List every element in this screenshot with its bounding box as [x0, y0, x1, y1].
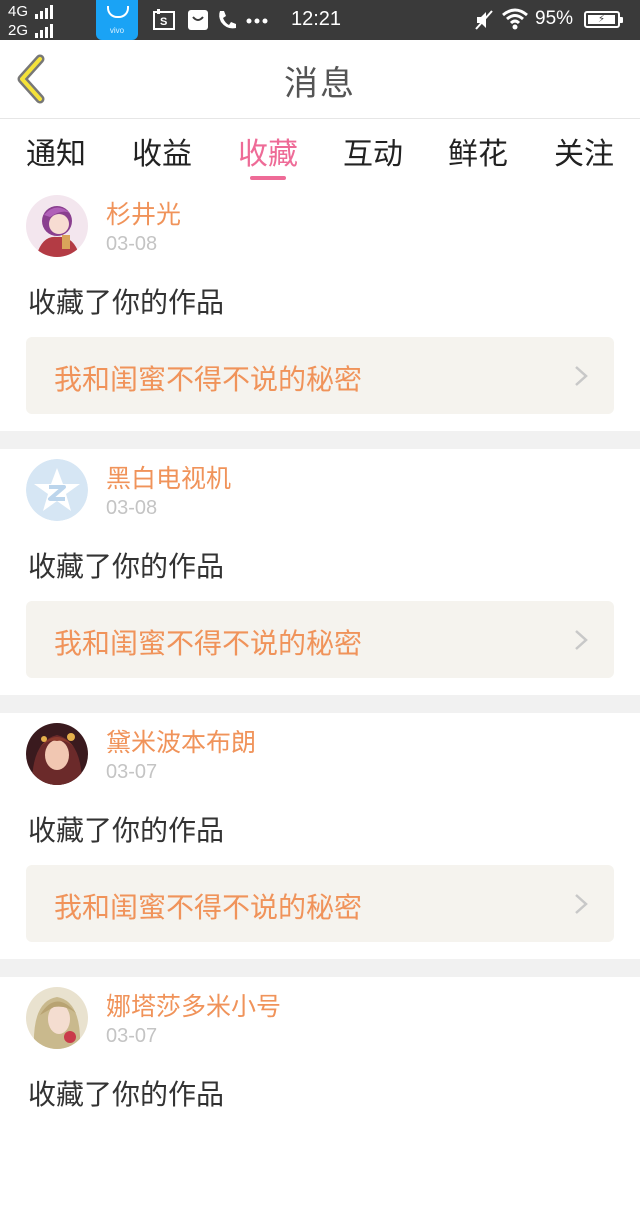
- svg-text:S: S: [160, 16, 167, 28]
- action-text: 收藏了你的作品: [28, 814, 225, 847]
- work-link[interactable]: 我和闺蜜不得不说的秘密: [26, 601, 614, 678]
- network-type-1: 4G: [8, 3, 29, 20]
- username[interactable]: 黑白电视机: [106, 459, 231, 495]
- tab-favorites[interactable]: 收藏: [215, 129, 321, 173]
- separator: [0, 695, 640, 713]
- list-item: 杉井光 03-08 收藏了你的作品 我和闺蜜不得不说的秘密: [0, 185, 640, 431]
- work-link[interactable]: 我和闺蜜不得不说的秘密: [26, 865, 614, 942]
- work-link[interactable]: 我和闺蜜不得不说的秘密: [26, 337, 614, 414]
- avatar[interactable]: [26, 459, 88, 521]
- action-text: 收藏了你的作品: [28, 286, 225, 319]
- avatar[interactable]: [26, 195, 88, 257]
- chevron-right-icon: [575, 894, 588, 914]
- separator: [0, 959, 640, 977]
- signal-bars-icon: [35, 24, 53, 38]
- signal-bars-icon: [35, 5, 53, 19]
- screenshot-icon: S: [153, 9, 175, 30]
- tab-flowers[interactable]: 鲜花: [425, 129, 531, 173]
- username[interactable]: 黛米波本布朗: [106, 723, 256, 759]
- more-notifications-icon: [246, 18, 268, 24]
- username[interactable]: 杉井光: [106, 195, 181, 231]
- message-date: 03-07: [106, 1025, 158, 1047]
- message-date: 03-07: [106, 761, 158, 783]
- tab-earnings[interactable]: 收益: [109, 129, 215, 173]
- network-type-2: 2G: [8, 22, 29, 39]
- tab-bar: 通知 收益 收藏 互动 鲜花 关注: [0, 119, 640, 185]
- tab-following[interactable]: 关注: [531, 129, 637, 173]
- mute-icon: [475, 10, 493, 30]
- chevron-right-icon: [575, 630, 588, 650]
- work-title: 我和闺蜜不得不说的秘密: [54, 363, 363, 396]
- list-item: 黛米波本布朗 03-07 收藏了你的作品 我和闺蜜不得不说的秘密: [0, 713, 640, 959]
- message-date: 03-08: [106, 233, 158, 255]
- chevron-right-icon: [575, 366, 588, 386]
- clock: 12:21: [291, 8, 342, 30]
- battery-percent: 95%: [535, 8, 574, 29]
- list-item: 黑白电视机 03-08 收藏了你的作品 我和闺蜜不得不说的秘密: [0, 449, 640, 695]
- active-tab-indicator: [250, 176, 286, 180]
- message-icon: [188, 10, 208, 30]
- status-bar: 4G 2G vivo S 12:21 95% ⚡: [0, 0, 640, 40]
- separator: [0, 431, 640, 449]
- work-title: 我和闺蜜不得不说的秘密: [54, 891, 363, 924]
- signal-indicator: 4G 2G: [8, 3, 70, 39]
- avatar[interactable]: [26, 723, 88, 785]
- wifi-icon: [502, 8, 528, 30]
- username[interactable]: 娜塔莎多米小号: [106, 987, 281, 1023]
- list-item: 娜塔莎多米小号 03-07 收藏了你的作品: [0, 977, 640, 1223]
- tab-notifications[interactable]: 通知: [3, 129, 109, 173]
- battery-icon: ⚡: [584, 11, 623, 28]
- tab-interactions[interactable]: 互动: [320, 129, 426, 173]
- action-text: 收藏了你的作品: [28, 550, 225, 583]
- work-title: 我和闺蜜不得不说的秘密: [54, 627, 363, 660]
- vivo-store-icon: vivo: [96, 0, 138, 40]
- page-title: 消息: [284, 64, 356, 104]
- message-date: 03-08: [106, 497, 158, 519]
- vivo-label: vivo: [109, 26, 125, 35]
- avatar[interactable]: [26, 987, 88, 1049]
- phone-call-icon: [219, 11, 236, 29]
- header: 消息: [0, 40, 640, 119]
- message-list: 杉井光 03-08 收藏了你的作品 我和闺蜜不得不说的秘密 黑白电视机 03-0…: [0, 185, 640, 1223]
- action-text: 收藏了你的作品: [28, 1078, 225, 1111]
